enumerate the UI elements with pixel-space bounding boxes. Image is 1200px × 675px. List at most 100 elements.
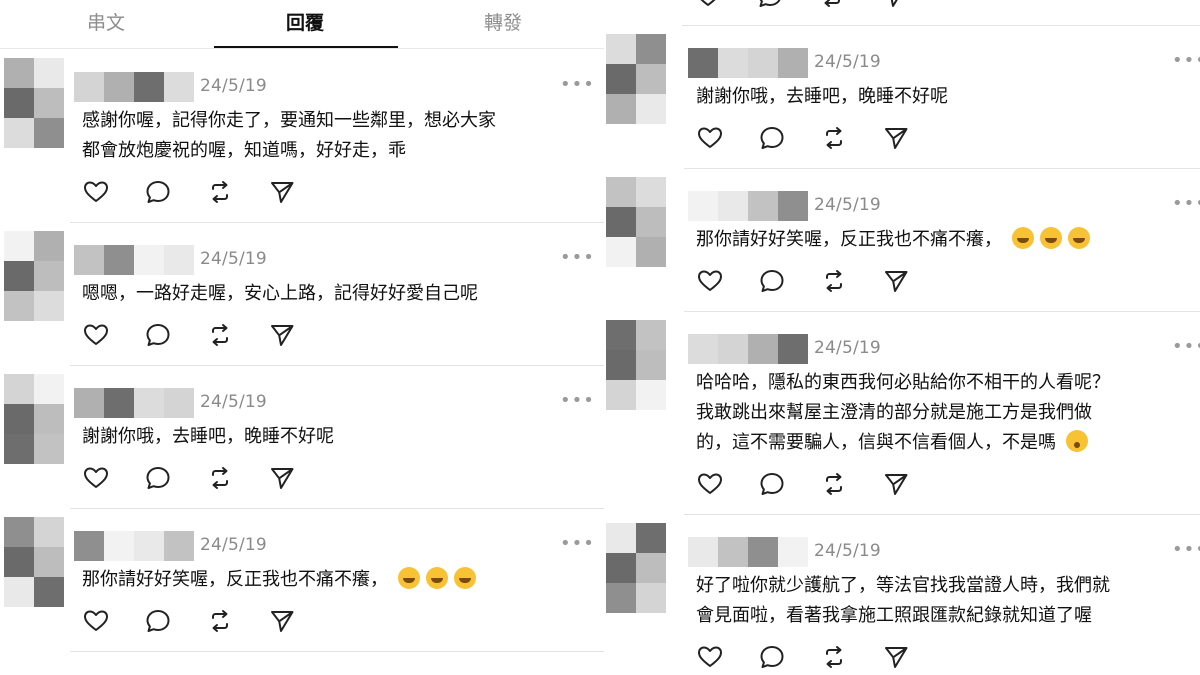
share-icon[interactable] bbox=[880, 0, 908, 10]
share-icon[interactable] bbox=[268, 321, 296, 349]
reply-text: 那你請好好笑喔，反正我也不痛不癢， bbox=[696, 229, 1002, 250]
reply-item: 24/5/19 ••• 哈哈哈，隱私的東西我何必貼給你不相干的人看呢？ 我敢跳出來幫屋… bbox=[606, 312, 1200, 532]
heart-icon[interactable] bbox=[82, 464, 110, 492]
share-icon[interactable] bbox=[268, 464, 296, 492]
emoji-icon bbox=[1068, 227, 1090, 249]
reply-date: 24/5/19 bbox=[200, 392, 267, 412]
share-icon[interactable] bbox=[882, 470, 910, 498]
reply-item: 24/5/19 ••• 謝謝你哦，去睡吧，晚睡不好呢 bbox=[0, 366, 604, 526]
heart-icon[interactable] bbox=[82, 178, 110, 206]
reply-text-line: 會見面啦，看著我拿施工照跟匯款紀錄就知道了喔 bbox=[696, 601, 1092, 631]
reply-date: 24/5/19 bbox=[814, 52, 881, 72]
reply-date: 24/5/19 bbox=[200, 249, 267, 269]
heart-icon[interactable] bbox=[696, 124, 724, 152]
comment-icon[interactable] bbox=[758, 124, 786, 152]
blurred-avatar[interactable] bbox=[606, 177, 666, 267]
reply-text-line: 嗯嗯，一路好走喔，安心上路，記得好好愛自己呢 bbox=[82, 279, 478, 309]
blurred-username[interactable] bbox=[74, 72, 194, 102]
reply-item: 24/5/19 ••• 感謝你喔，記得你走了，要通知一些鄰里，想必大家 都會放炮慶祝的… bbox=[0, 50, 604, 240]
reply-text-line: 我敢跳出來幫屋主澄清的部分就是施工方是我們做 bbox=[696, 398, 1092, 428]
share-icon[interactable] bbox=[882, 124, 910, 152]
reply-text: 哈哈哈，隱私的東西我何必貼給你不相干的人看呢？ bbox=[696, 372, 1110, 393]
reply-date: 24/5/19 bbox=[814, 195, 881, 215]
more-options-icon[interactable]: ••• bbox=[560, 392, 595, 410]
reply-text: 謝謝你哦，去睡吧，晚睡不好呢 bbox=[82, 426, 334, 447]
reply-divider bbox=[70, 651, 604, 652]
repost-icon[interactable] bbox=[206, 321, 234, 349]
reply-text: 我敢跳出來幫屋主澄清的部分就是施工方是我們做 bbox=[696, 402, 1092, 423]
more-options-icon[interactable]: ••• bbox=[1172, 338, 1200, 356]
repost-icon[interactable] bbox=[206, 607, 234, 635]
more-options-icon[interactable]: ••• bbox=[560, 249, 595, 267]
reply-text: 謝謝你哦，去睡吧，晚睡不好呢 bbox=[696, 86, 948, 107]
reply-text-line: 哈哈哈，隱私的東西我何必貼給你不相干的人看呢？ bbox=[696, 368, 1110, 398]
repost-icon[interactable] bbox=[820, 124, 848, 152]
more-options-icon[interactable]: ••• bbox=[1172, 52, 1200, 70]
reply-text-line: 謝謝你哦，去睡吧，晚睡不好呢 bbox=[82, 422, 334, 452]
more-options-icon[interactable]: ••• bbox=[560, 76, 595, 94]
repost-icon[interactable] bbox=[820, 643, 848, 671]
reply-text-line: 都會放炮慶祝的喔，知道嗎，好好走，乖 bbox=[82, 136, 406, 166]
repost-icon[interactable] bbox=[820, 470, 848, 498]
blurred-username[interactable] bbox=[688, 537, 808, 567]
comment-icon[interactable] bbox=[144, 178, 172, 206]
blurred-avatar[interactable] bbox=[606, 34, 666, 124]
reply-text-line: 感謝你喔，記得你走了，要通知一些鄰里，想必大家 bbox=[82, 106, 496, 136]
repost-icon[interactable] bbox=[206, 178, 234, 206]
repost-icon[interactable] bbox=[206, 464, 234, 492]
blurred-username[interactable] bbox=[74, 531, 194, 561]
comment-icon[interactable] bbox=[758, 267, 786, 295]
profile-tabs: 串文 回覆 轉發 bbox=[0, 0, 604, 49]
comment-icon[interactable] bbox=[758, 643, 786, 671]
tab-replies[interactable]: 回覆 bbox=[286, 8, 324, 35]
heart-icon[interactable] bbox=[694, 0, 722, 10]
reply-text: 嗯嗯，一路好走喔，安心上路，記得好好愛自己呢 bbox=[82, 283, 478, 304]
reply-text: 都會放炮慶祝的喔，知道嗎，好好走，乖 bbox=[82, 140, 406, 161]
blurred-username[interactable] bbox=[688, 191, 808, 221]
reply-item: 24/5/19 ••• 嗯嗯，一路好走喔，安心上路，記得好好愛自己呢 bbox=[0, 223, 604, 383]
tabs-divider bbox=[0, 48, 604, 49]
reply-item: 24/5/19 ••• 好了啦你就少護航了，等法官找我當證人時，我們就會見面啦，看著… bbox=[606, 515, 1200, 675]
tab-reposts[interactable]: 轉發 bbox=[484, 8, 522, 35]
reply-text: 會見面啦，看著我拿施工照跟匯款紀錄就知道了喔 bbox=[696, 605, 1092, 626]
blurred-avatar[interactable] bbox=[4, 517, 64, 607]
repost-icon[interactable] bbox=[818, 0, 846, 10]
blurred-avatar[interactable] bbox=[4, 231, 64, 321]
share-icon[interactable] bbox=[882, 267, 910, 295]
comment-icon[interactable] bbox=[144, 607, 172, 635]
blurred-avatar[interactable] bbox=[4, 58, 64, 148]
heart-icon[interactable] bbox=[696, 267, 724, 295]
blurred-username[interactable] bbox=[74, 388, 194, 418]
heart-icon[interactable] bbox=[696, 643, 724, 671]
tab-threads[interactable]: 串文 bbox=[87, 8, 125, 35]
comment-icon[interactable] bbox=[144, 464, 172, 492]
comment-icon[interactable] bbox=[758, 470, 786, 498]
reply-text: 好了啦你就少護航了，等法官找我當證人時，我們就 bbox=[696, 575, 1110, 596]
reply-text: 那你請好好笑喔，反正我也不痛不癢， bbox=[82, 569, 388, 590]
reply-date: 24/5/19 bbox=[814, 541, 881, 561]
heart-icon[interactable] bbox=[82, 607, 110, 635]
reply-date: 24/5/19 bbox=[814, 338, 881, 358]
heart-icon[interactable] bbox=[696, 470, 724, 498]
comment-icon[interactable] bbox=[756, 0, 784, 10]
blurred-avatar[interactable] bbox=[606, 523, 666, 613]
comment-icon[interactable] bbox=[144, 321, 172, 349]
reply-text-line: 的，這不需要騙人，信與不信看個人，不是嗎 bbox=[696, 428, 1094, 458]
blurred-avatar[interactable] bbox=[606, 320, 666, 410]
more-options-icon[interactable]: ••• bbox=[1172, 195, 1200, 213]
more-options-icon[interactable]: ••• bbox=[1172, 541, 1200, 559]
heart-icon[interactable] bbox=[82, 321, 110, 349]
blurred-avatar[interactable] bbox=[4, 374, 64, 464]
repost-icon[interactable] bbox=[820, 267, 848, 295]
blurred-username[interactable] bbox=[688, 48, 808, 78]
emoji-icon bbox=[426, 567, 448, 589]
reply-text-line: 謝謝你哦，去睡吧，晚睡不好呢 bbox=[696, 82, 948, 112]
share-icon[interactable] bbox=[882, 643, 910, 671]
share-icon[interactable] bbox=[268, 607, 296, 635]
share-icon[interactable] bbox=[268, 178, 296, 206]
blurred-username[interactable] bbox=[688, 334, 808, 364]
blurred-username[interactable] bbox=[74, 245, 194, 275]
more-options-icon[interactable]: ••• bbox=[560, 535, 595, 553]
emoji-icon bbox=[398, 567, 420, 589]
reply-text-line: 那你請好好笑喔，反正我也不痛不癢， bbox=[696, 225, 1096, 255]
